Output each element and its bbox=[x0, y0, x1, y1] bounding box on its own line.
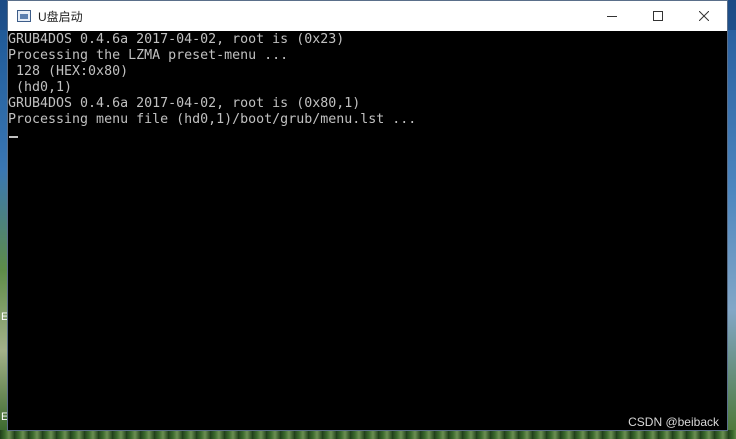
console-line: Processing menu file (hd0,1)/boot/grub/m… bbox=[8, 112, 417, 127]
console-output[interactable]: GRUB4DOS 0.4.6a 2017-04-02, root is (0x2… bbox=[8, 31, 727, 430]
console-window: U盘启动 GRUB4DOS 0.4.6a 2017-04-02, root is… bbox=[7, 0, 728, 431]
text-cursor bbox=[9, 136, 18, 138]
close-button[interactable] bbox=[681, 1, 727, 31]
console-line: Processing the LZMA preset-menu ... bbox=[8, 48, 289, 63]
console-line: 128 (HEX:0x80) bbox=[8, 64, 129, 79]
window-title: U盘启动 bbox=[38, 9, 83, 24]
console-line: GRUB4DOS 0.4.6a 2017-04-02, root is (0x2… bbox=[8, 32, 345, 47]
maximize-icon bbox=[653, 11, 663, 21]
window-controls bbox=[589, 1, 727, 31]
maximize-button[interactable] bbox=[635, 1, 681, 31]
close-icon bbox=[699, 11, 709, 21]
minimize-icon bbox=[607, 16, 617, 17]
desktop-edge-right bbox=[728, 30, 736, 430]
watermark-text: CSDN @beiback bbox=[628, 415, 719, 429]
console-line: (hd0,1) bbox=[8, 80, 73, 95]
title-bar[interactable]: U盘启动 bbox=[8, 1, 727, 31]
console-line: GRUB4DOS 0.4.6a 2017-04-02, root is (0x8… bbox=[8, 96, 361, 111]
minimize-button[interactable] bbox=[589, 1, 635, 31]
desktop-bottom-strip bbox=[0, 430, 736, 439]
console-window-icon[interactable] bbox=[17, 10, 31, 22]
